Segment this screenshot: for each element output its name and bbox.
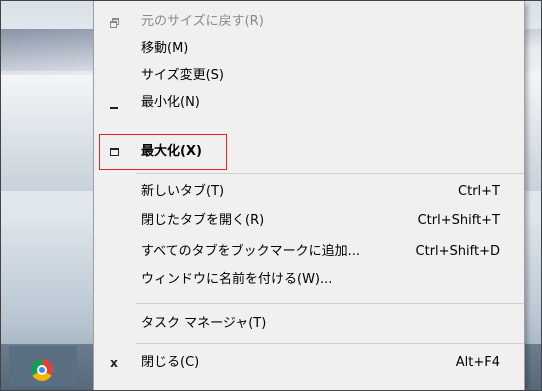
menu-item-label: 新しいタブ(T): [141, 184, 225, 199]
menu-item-label: タスク マネージャ(T): [141, 316, 267, 331]
menu-item-move[interactable]: 移動(M): [94, 36, 524, 62]
menu-item-label: すべてのタブをブックマークに追加...: [141, 244, 360, 259]
restore-icon: [106, 9, 122, 35]
menu-item-label: ウィンドウに名前を付ける(W)...: [141, 272, 333, 287]
menu-separator: [136, 303, 524, 304]
menu-item-label: 閉じる(C): [141, 355, 200, 370]
menu-item-label: 閉じたタブを開く(R): [141, 213, 265, 228]
menu-item-label: 移動(M): [141, 41, 189, 56]
desktop-frame: 元のサイズに戻す(R) 移動(M) サイズ変更(S) 最小化(N) 最大化(X)…: [0, 0, 542, 391]
menu-item-reopen-tab[interactable]: 閉じたタブを開く(R) Ctrl+Shift+T: [94, 208, 524, 234]
window-context-menu: 元のサイズに戻す(R) 移動(M) サイズ変更(S) 最小化(N) 最大化(X)…: [93, 1, 525, 390]
menu-item-minimize[interactable]: 最小化(N): [94, 90, 524, 116]
menu-item-close[interactable]: x 閉じる(C) Alt+F4: [94, 350, 524, 376]
menu-item-name-window[interactable]: ウィンドウに名前を付ける(W)...: [94, 267, 524, 293]
menu-separator: [136, 173, 524, 174]
menu-item-shortcut: Alt+F4: [455, 355, 500, 370]
menu-item-shortcut: Ctrl+Shift+D: [415, 244, 500, 259]
minimize-icon: [106, 90, 122, 116]
menu-item-label: 最小化(N): [141, 95, 200, 110]
menu-item-label: 元のサイズに戻す(R): [141, 14, 264, 29]
menu-item-label: サイズ変更(S): [141, 68, 225, 83]
close-icon: x: [110, 356, 118, 370]
menu-item-shortcut: Ctrl+T: [458, 184, 500, 199]
menu-item-restore[interactable]: 元のサイズに戻す(R): [94, 9, 524, 35]
menu-item-resize[interactable]: サイズ変更(S): [94, 63, 524, 89]
menu-separator: [136, 343, 524, 344]
menu-item-bookmark-all-tabs[interactable]: すべてのタブをブックマークに追加... Ctrl+Shift+D: [94, 239, 524, 265]
menu-item-task-manager[interactable]: タスク マネージャ(T): [94, 311, 524, 337]
maximize-highlight-box: [99, 134, 227, 170]
menu-item-new-tab[interactable]: 新しいタブ(T) Ctrl+T: [94, 179, 524, 205]
menu-item-shortcut: Ctrl+Shift+T: [417, 213, 500, 228]
chrome-icon[interactable]: [31, 359, 53, 381]
